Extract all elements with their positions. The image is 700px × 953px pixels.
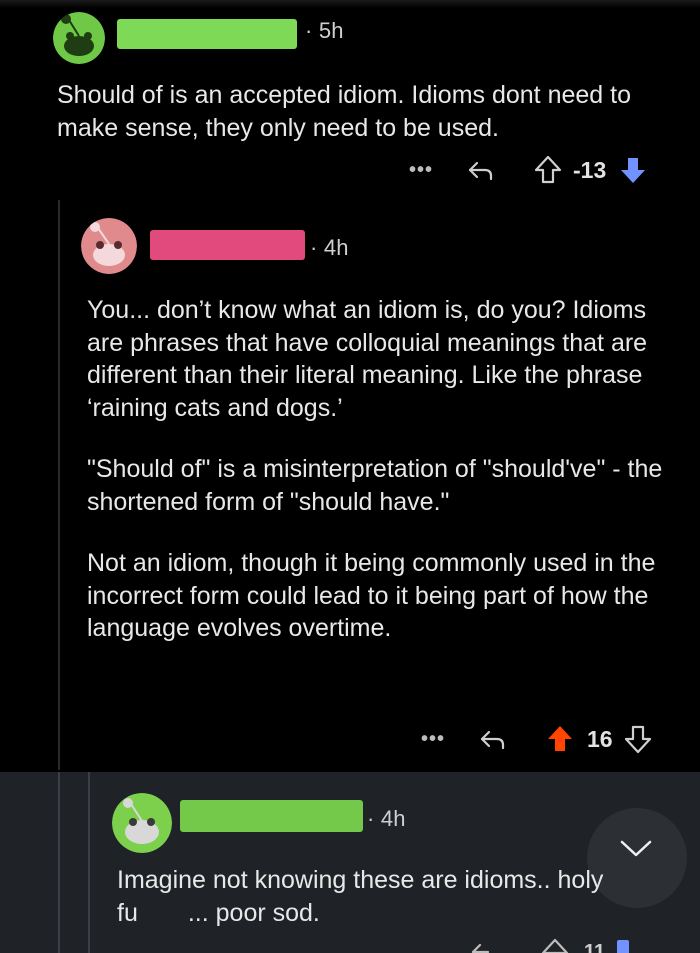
comment-time: · 5h xyxy=(305,18,344,43)
vote-score: -13 xyxy=(573,156,607,183)
thread-line[interactable] xyxy=(58,200,60,770)
snoo-avatar-icon[interactable] xyxy=(53,12,105,64)
comment-thread: · 5h Should of is an accepted idiom. Idi… xyxy=(0,0,700,953)
comment-body: Imagine not knowing these are idioms.. h… xyxy=(117,864,617,929)
comment-time: · 4h xyxy=(367,806,406,831)
upvote-arrow-icon[interactable] xyxy=(545,723,575,755)
more-options-button[interactable]: ••• xyxy=(421,728,445,751)
chevron-down-icon[interactable] xyxy=(618,836,654,860)
vote-score: 16 xyxy=(587,725,613,752)
top-divider xyxy=(0,0,700,8)
comment-body: Should of is an accepted idiom. Idioms d… xyxy=(57,79,682,144)
comment-paragraph: Not an idiom, though it being commonly u… xyxy=(87,549,656,642)
reply-arrow-icon[interactable] xyxy=(477,724,507,754)
comment-time: · 4h xyxy=(310,235,349,260)
upvote-arrow-icon[interactable] xyxy=(540,937,570,953)
more-options-button[interactable]: ••• xyxy=(409,159,433,182)
downvote-arrow-icon[interactable] xyxy=(618,154,648,186)
redacted-username[interactable] xyxy=(117,19,297,49)
upvote-arrow-icon[interactable] xyxy=(533,154,563,186)
downvote-arrow-icon[interactable] xyxy=(617,940,630,953)
snoo-avatar-icon[interactable] xyxy=(112,793,172,853)
comment-actions: ••• 16 xyxy=(421,721,653,757)
comment-actions: ••• -13 xyxy=(409,152,648,188)
comment-paragraph: Should of is an accepted idiom. Idioms d… xyxy=(57,81,631,142)
downvote-arrow-icon[interactable] xyxy=(623,723,653,755)
reply-arrow-icon[interactable] xyxy=(465,155,495,185)
redacted-username[interactable] xyxy=(150,230,305,260)
thread-line[interactable] xyxy=(88,772,90,953)
comment-paragraph: Imagine not knowing these are idioms.. h… xyxy=(117,866,604,927)
comment-actions: 11 xyxy=(468,937,630,953)
comment-paragraph: "Should of" is a misinterpretation of "s… xyxy=(87,455,663,516)
thread-line[interactable] xyxy=(58,772,60,953)
comment-body: You... don’t know what an idiom is, do y… xyxy=(87,294,677,645)
vote-score: 11 xyxy=(584,940,606,953)
reply-arrow-icon[interactable] xyxy=(468,937,498,953)
snoo-avatar-icon[interactable] xyxy=(81,218,137,274)
redacted-username[interactable] xyxy=(180,800,363,832)
comment-paragraph: You... don’t know what an idiom is, do y… xyxy=(87,296,648,422)
